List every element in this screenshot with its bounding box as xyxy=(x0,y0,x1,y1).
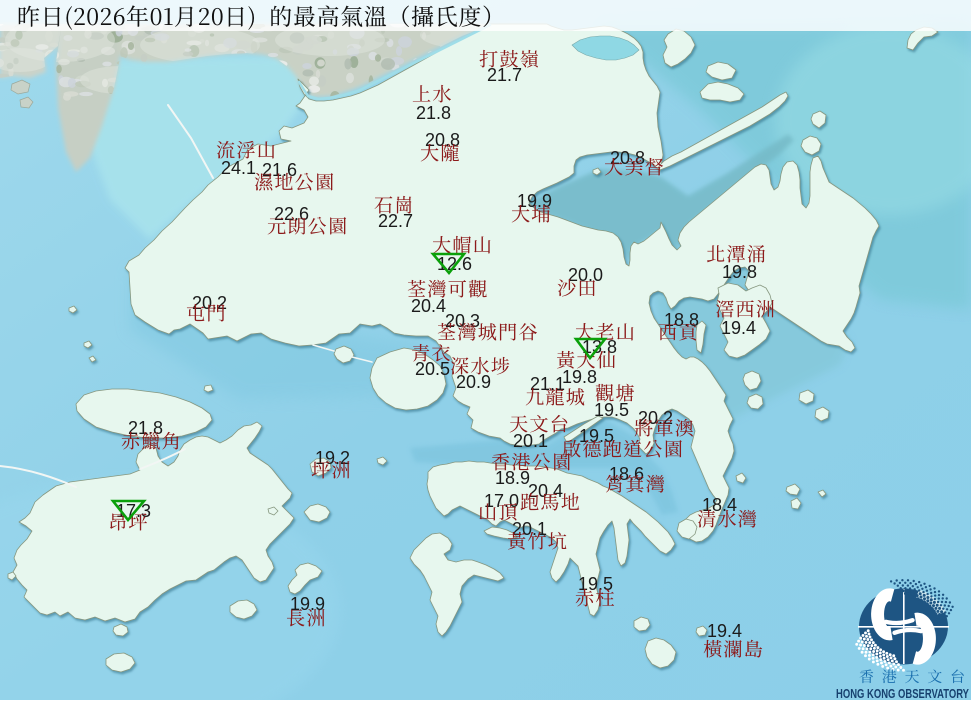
svg-text:19.9: 19.9 xyxy=(290,594,325,614)
svg-text:19.4: 19.4 xyxy=(707,621,742,641)
svg-text:17.0: 17.0 xyxy=(484,491,519,511)
svg-text:21.8: 21.8 xyxy=(416,103,451,123)
svg-text:20.5: 20.5 xyxy=(415,359,450,379)
svg-text:19.4: 19.4 xyxy=(721,318,756,338)
svg-text:HONG KONG OBSERVATORY: HONG KONG OBSERVATORY xyxy=(836,686,969,700)
svg-text:19.8: 19.8 xyxy=(562,367,597,387)
svg-text:19.2: 19.2 xyxy=(315,448,350,468)
svg-text:22.7: 22.7 xyxy=(378,211,413,231)
svg-text:20.1: 20.1 xyxy=(513,431,548,451)
svg-text:19.5: 19.5 xyxy=(579,426,614,446)
svg-text:20.0: 20.0 xyxy=(568,265,603,285)
svg-text:21.7: 21.7 xyxy=(487,65,522,85)
svg-text:19.5: 19.5 xyxy=(594,400,629,420)
svg-text:20.4: 20.4 xyxy=(528,481,563,501)
svg-text:20.4: 20.4 xyxy=(411,296,446,316)
svg-text:20.3: 20.3 xyxy=(445,311,480,331)
svg-text:20.1: 20.1 xyxy=(512,519,547,539)
svg-text:19.8: 19.8 xyxy=(722,262,757,282)
svg-text:20.8: 20.8 xyxy=(610,148,645,168)
svg-text:18.4: 18.4 xyxy=(702,495,737,515)
svg-text:20.9: 20.9 xyxy=(456,372,491,392)
svg-text:18.9: 18.9 xyxy=(495,468,530,488)
svg-text:21.1: 21.1 xyxy=(530,374,565,394)
svg-text:24.1: 24.1 xyxy=(221,158,256,178)
